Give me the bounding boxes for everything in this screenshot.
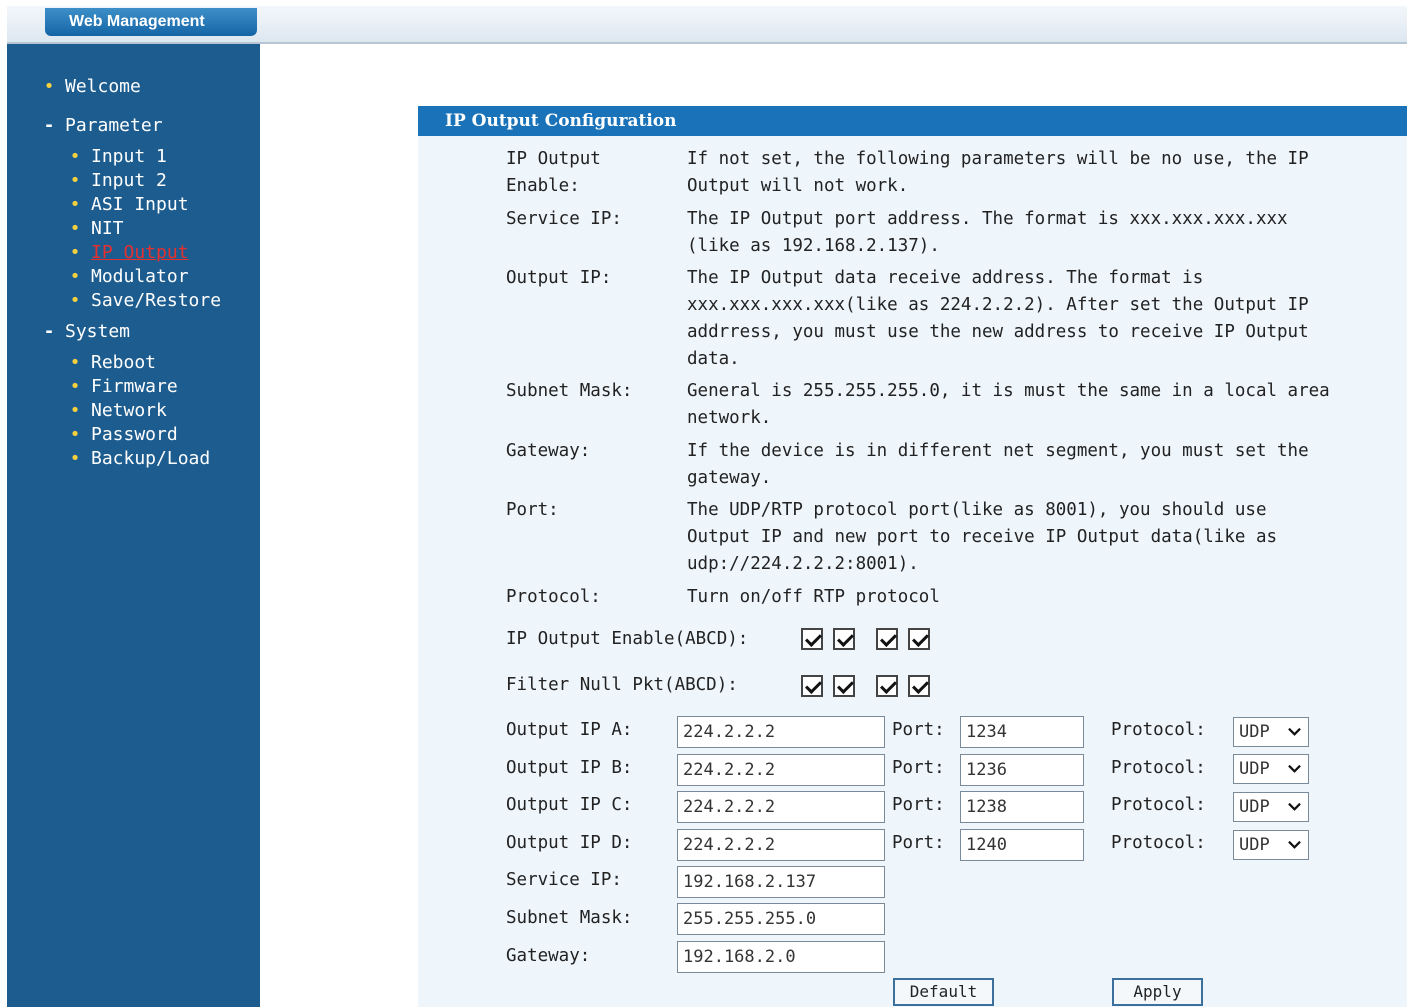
bullet-icon: • — [69, 170, 81, 191]
output-ip-c-input[interactable]: 224.2.2.2 — [677, 791, 885, 823]
port-b-label: Port: — [892, 758, 945, 778]
help-label-gateway: Gateway: — [506, 441, 591, 461]
output-ip-b-label: Output IP B: — [506, 758, 633, 778]
protocol-b-label: Protocol: — [1111, 758, 1206, 778]
bullet-icon: • — [69, 424, 81, 445]
help-label-protocol: Protocol: — [506, 587, 601, 607]
output-ip-b-input[interactable]: 224.2.2.2 — [677, 754, 885, 786]
bullet-icon: • — [69, 352, 81, 373]
protocol-d-label: Protocol: — [1111, 833, 1206, 853]
bullet-icon: • — [69, 146, 81, 167]
collapse-icon: - — [43, 115, 55, 136]
chevron-down-icon — [1288, 764, 1301, 773]
port-a-input[interactable]: 1234 — [960, 716, 1084, 748]
sidebar-item-firmware[interactable]: • Firmware — [65, 376, 178, 397]
help-label-output-ip: Output IP: — [506, 268, 612, 288]
output-ip-c-label: Output IP C: — [506, 795, 633, 815]
port-c-input[interactable]: 1238 — [960, 791, 1084, 823]
sidebar-item-password[interactable]: • Password — [65, 424, 178, 445]
help-label-port: Port: — [506, 500, 559, 520]
service-ip-input[interactable]: 192.168.2.137 — [677, 866, 885, 898]
sidebar-item-backup-load[interactable]: • Backup/Load — [65, 448, 211, 469]
sidebar-item-system[interactable]: - System — [39, 321, 130, 342]
service-ip-label: Service IP: — [506, 870, 622, 890]
protocol-c-label: Protocol: — [1111, 795, 1206, 815]
help-label-subnet: Subnet Mask: — [506, 381, 633, 401]
protocol-c-select[interactable]: UDP — [1233, 792, 1309, 822]
subnet-mask-label: Subnet Mask: — [506, 908, 633, 928]
output-ip-d-label: Output IP D: — [506, 833, 633, 853]
sidebar: • Welcome - Parameter • Input 1 • Input 2 • A… — [7, 44, 260, 1007]
output-ip-d-input[interactable]: 224.2.2.2 — [677, 829, 885, 861]
sidebar-item-save-restore[interactable]: • Save/Restore — [65, 290, 221, 311]
bullet-icon: • — [69, 400, 81, 421]
output-ip-a-label: Output IP A: — [506, 720, 633, 740]
port-a-label: Port: — [892, 720, 945, 740]
default-button[interactable]: Default — [893, 978, 994, 1006]
protocol-d-select[interactable]: UDP — [1233, 830, 1309, 860]
sidebar-item-nit[interactable]: • NIT — [65, 218, 124, 239]
filter-b-checkbox[interactable] — [833, 675, 855, 697]
help-text-gateway: If the device is in different net segmen… — [687, 441, 1309, 488]
bullet-icon: • — [69, 218, 81, 239]
app-title-tab: Web Management — [45, 8, 257, 36]
gateway-input[interactable]: 192.168.2.0 — [677, 941, 885, 973]
chevron-down-icon — [1288, 727, 1301, 736]
filter-null-label: Filter Null Pkt(ABCD): — [506, 675, 738, 695]
protocol-b-select[interactable]: UDP — [1233, 754, 1309, 784]
help-text-subnet: General is 255.255.255.0, it is must the… — [687, 381, 1330, 428]
filter-c-checkbox[interactable] — [876, 675, 898, 697]
collapse-icon: - — [43, 321, 55, 342]
bullet-icon: • — [69, 290, 81, 311]
sidebar-item-input-2[interactable]: • Input 2 — [65, 170, 167, 191]
sidebar-item-asi-input[interactable]: • ASI Input — [65, 194, 189, 215]
subnet-mask-input[interactable]: 255.255.255.0 — [677, 903, 885, 935]
chevron-down-icon — [1288, 840, 1301, 849]
help-label-enable: IP Output Enable: — [506, 149, 601, 196]
filter-d-checkbox[interactable] — [908, 675, 930, 697]
protocol-a-label: Protocol: — [1111, 720, 1206, 740]
sidebar-item-reboot[interactable]: • Reboot — [65, 352, 156, 373]
protocol-a-select[interactable]: UDP — [1233, 717, 1309, 747]
sidebar-item-input-1[interactable]: • Input 1 — [65, 146, 167, 167]
help-text-service-ip: The IP Output port address. The format i… — [687, 209, 1288, 256]
bullet-icon: • — [69, 448, 81, 469]
enable-d-checkbox[interactable] — [908, 628, 930, 650]
help-text-port: The UDP/RTP protocol port(like as 8001),… — [687, 500, 1278, 574]
apply-button[interactable]: Apply — [1112, 978, 1203, 1006]
gateway-label: Gateway: — [506, 946, 591, 966]
sidebar-item-network[interactable]: • Network — [65, 400, 167, 421]
help-label-service-ip: Service IP: — [506, 209, 622, 229]
help-text-protocol: Turn on/off RTP protocol — [687, 587, 940, 607]
port-b-input[interactable]: 1236 — [960, 754, 1084, 786]
sidebar-item-modulator[interactable]: • Modulator — [65, 266, 189, 287]
help-text-output-ip: The IP Output data receive address. The … — [687, 268, 1309, 369]
top-bar: Web Management — [7, 6, 1407, 44]
port-c-label: Port: — [892, 795, 945, 815]
filter-a-checkbox[interactable] — [801, 675, 823, 697]
panel-title: IP Output Configuration — [418, 106, 1407, 136]
port-d-input[interactable]: 1240 — [960, 829, 1084, 861]
sidebar-item-ip-output[interactable]: • IP Output — [65, 242, 189, 263]
sidebar-item-welcome[interactable]: • Welcome — [39, 76, 141, 97]
sidebar-item-parameter[interactable]: - Parameter — [39, 115, 163, 136]
bullet-icon: • — [69, 194, 81, 215]
bullet-icon: • — [69, 266, 81, 287]
enable-c-checkbox[interactable] — [876, 628, 898, 650]
bullet-icon: • — [69, 242, 81, 263]
output-ip-a-input[interactable]: 224.2.2.2 — [677, 716, 885, 748]
bullet-icon: • — [43, 76, 55, 97]
enable-a-checkbox[interactable] — [801, 628, 823, 650]
bullet-icon: • — [69, 376, 81, 397]
enable-label: IP Output Enable(ABCD): — [506, 629, 749, 649]
help-text-enable: If not set, the following parameters wil… — [687, 149, 1309, 196]
enable-b-checkbox[interactable] — [833, 628, 855, 650]
ip-output-config-panel: IP Output Configuration IP Output Enable… — [418, 106, 1407, 1007]
chevron-down-icon — [1288, 802, 1301, 811]
port-d-label: Port: — [892, 833, 945, 853]
